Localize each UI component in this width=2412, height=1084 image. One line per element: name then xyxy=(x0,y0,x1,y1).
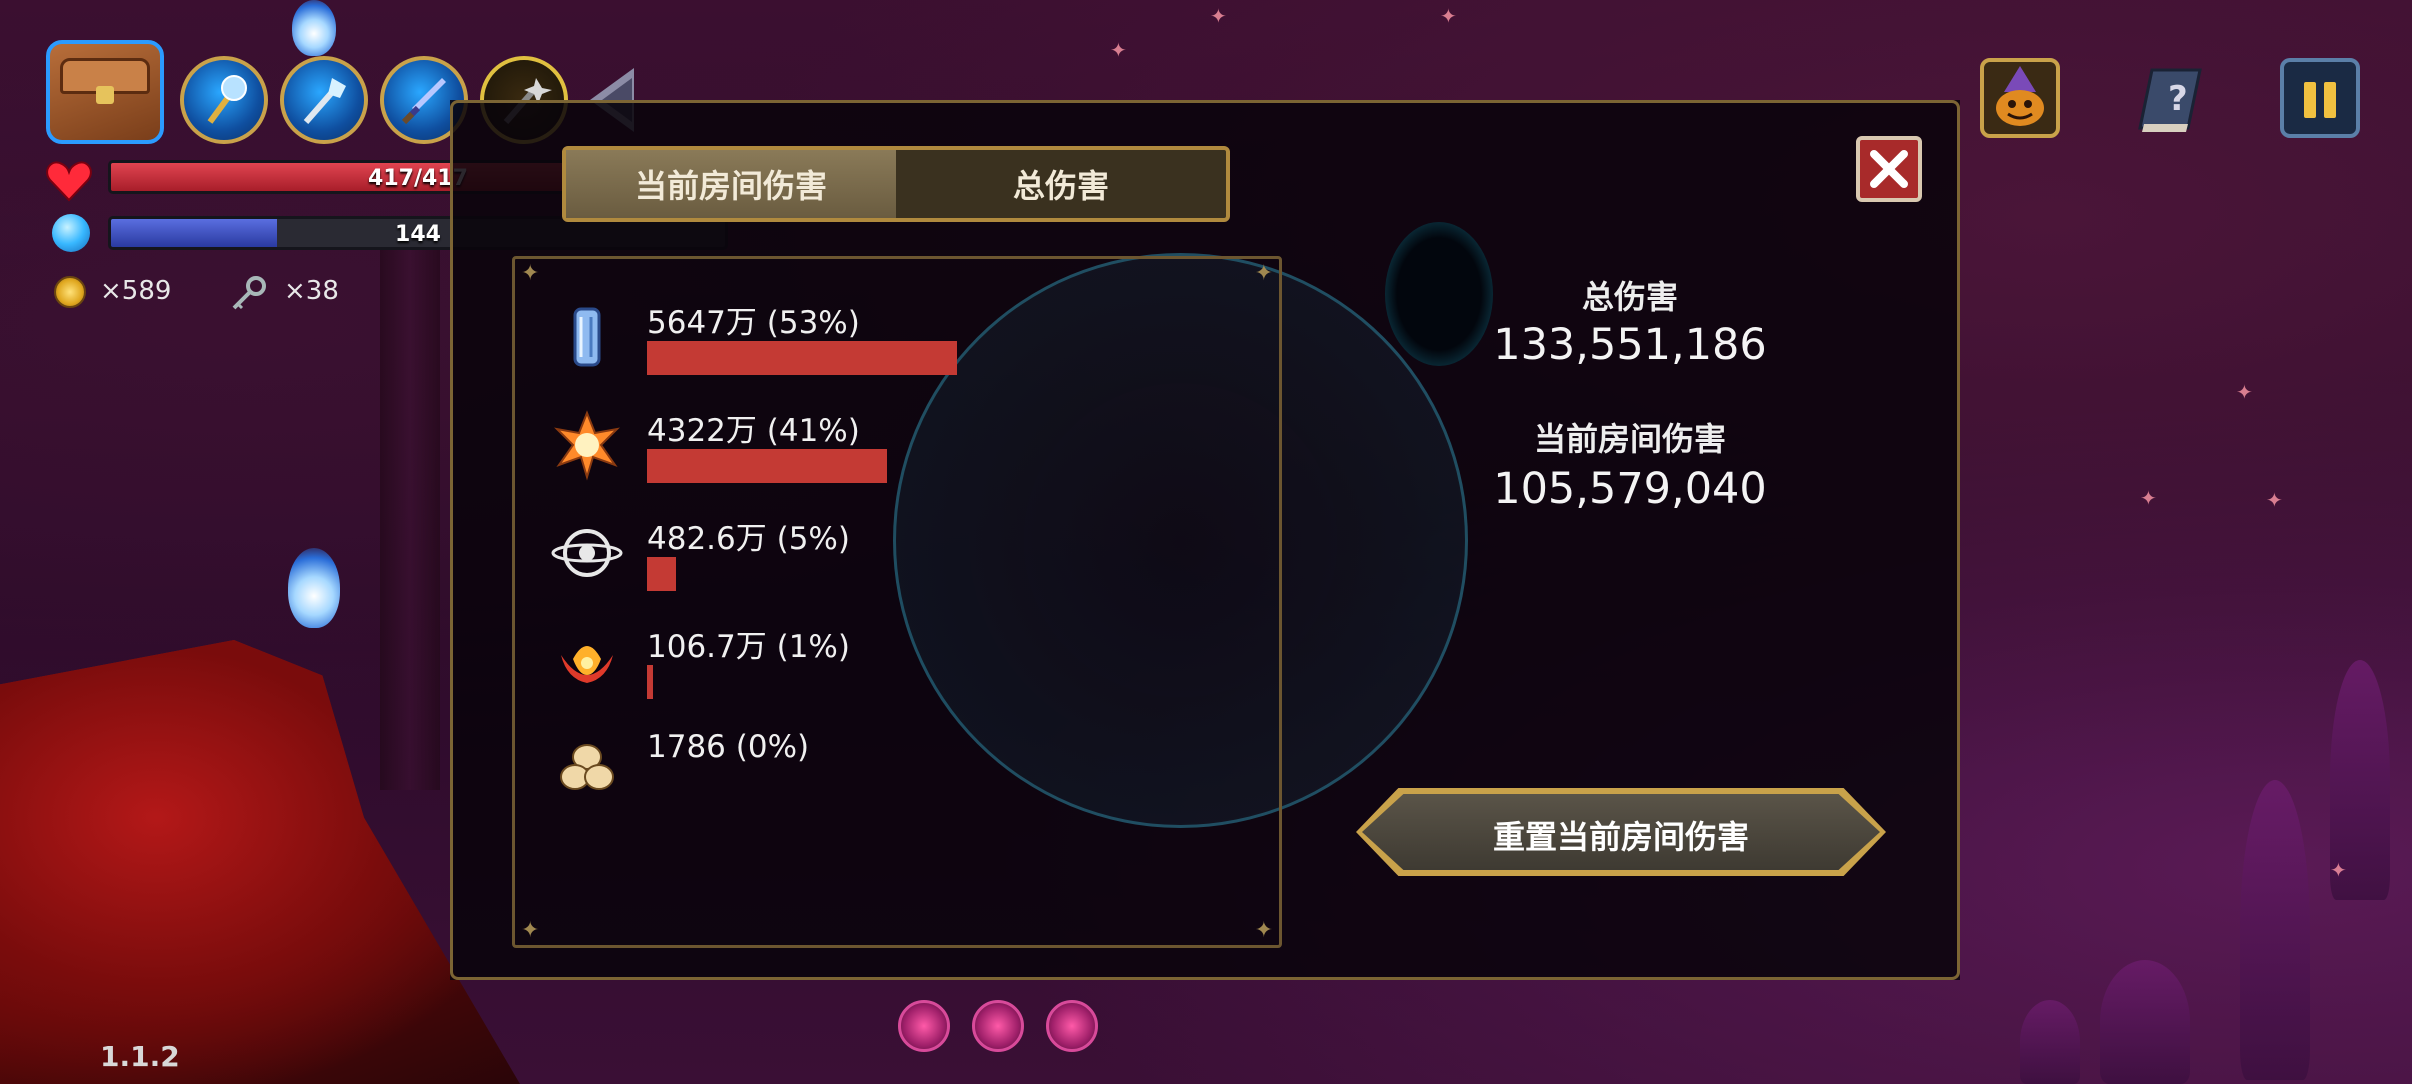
rune-icon[interactable] xyxy=(898,1000,950,1052)
room-damage-title: 当前房间伤害 xyxy=(1533,420,1726,458)
gold-coin-icon xyxy=(54,276,86,308)
staff-orb-icon[interactable] xyxy=(180,56,268,144)
sparkle: ✦ xyxy=(2140,486,2157,510)
damage-row: 106.7万 (1%) xyxy=(515,613,1275,713)
bone-cluster-icon xyxy=(560,744,614,790)
help-book-icon[interactable]: ? xyxy=(2130,58,2210,138)
tentacle xyxy=(2100,960,2190,1084)
damage-row: 4322万 (41%) xyxy=(515,397,1275,497)
svg-text:?: ? xyxy=(2168,79,2188,119)
damage-row: 5647万 (53%) xyxy=(515,289,1275,389)
pumpkin-wizard-button[interactable] xyxy=(1980,58,2060,138)
tentacle xyxy=(2240,780,2310,1080)
reset-room-damage-button[interactable]: 重置当前房间伤害 xyxy=(1356,788,1886,876)
sparkle: ✦ xyxy=(1110,38,1127,62)
rune-icon[interactable] xyxy=(972,1000,1024,1052)
blue-flame-icon xyxy=(288,548,340,628)
total-damage-title: 总伤害 xyxy=(1581,278,1678,316)
key-icon xyxy=(232,276,266,310)
corner-ornament: ✦ xyxy=(521,918,540,943)
close-icon xyxy=(1870,150,1908,188)
damage-bar xyxy=(647,665,653,699)
crystal-pillar-icon xyxy=(573,307,601,367)
inventory-bag-button[interactable] xyxy=(46,40,164,144)
damage-label: 1786 (0%) xyxy=(647,729,810,765)
sparkle: ✦ xyxy=(1440,4,1457,28)
ice-staff-icon[interactable] xyxy=(280,56,368,144)
corner-ornament: ✦ xyxy=(521,261,540,286)
fire-burst-icon xyxy=(554,410,620,481)
rune-icon[interactable] xyxy=(1046,1000,1098,1052)
damage-bar xyxy=(647,341,957,375)
pause-bar-left xyxy=(2304,82,2316,118)
tab-total-damage[interactable]: 总伤害 xyxy=(896,150,1226,218)
heart-icon xyxy=(46,161,92,202)
blue-flame-icon xyxy=(292,0,336,56)
tab-current-room-damage[interactable]: 当前房间伤害 xyxy=(566,150,896,218)
corner-ornament: ✦ xyxy=(1254,261,1273,286)
gold-count: ×589 xyxy=(100,276,172,306)
damage-list: ✦ ✦ ✦ ✦ 5647万 (53%) 4322万 (41%) 482.6万 (… xyxy=(512,256,1282,948)
stone-wall xyxy=(380,230,440,790)
reset-button-label: 重置当前房间伤害 xyxy=(1492,818,1749,856)
total-damage-value: 133,551,186 xyxy=(1493,320,1767,370)
corner-ornament: ✦ xyxy=(1254,918,1273,943)
flame-crown-icon xyxy=(561,646,613,683)
version-label: 1.1.2 xyxy=(100,1040,180,1073)
damage-label: 106.7万 (1%) xyxy=(647,629,850,665)
damage-bar xyxy=(647,557,677,591)
damage-label: 482.6万 (5%) xyxy=(647,521,850,557)
tentacle xyxy=(2020,1000,2080,1084)
pause-button[interactable] xyxy=(2280,58,2360,138)
ring-eye-icon xyxy=(551,529,623,577)
bag-buckle xyxy=(96,86,114,104)
room-damage-value: 105,579,040 xyxy=(1493,464,1767,514)
close-button[interactable] xyxy=(1856,136,1922,202)
sparkle: ✦ xyxy=(2330,858,2347,882)
damage-label: 5647万 (53%) xyxy=(647,305,860,341)
sparkle: ✦ xyxy=(2266,488,2283,512)
lava-floor xyxy=(0,640,520,1084)
damage-row: 482.6万 (5%) xyxy=(515,505,1275,605)
damage-label: 4322万 (41%) xyxy=(647,413,860,449)
damage-bar xyxy=(647,449,887,483)
damage-tabs: 当前房间伤害 总伤害 xyxy=(562,146,1230,222)
pause-bar-right xyxy=(2324,82,2336,118)
mana-orb-icon xyxy=(52,214,90,252)
key-count: ×38 xyxy=(284,276,339,306)
damage-row: 1786 (0%) xyxy=(515,721,1275,821)
sparkle: ✦ xyxy=(2236,380,2253,404)
sparkle: ✦ xyxy=(1210,4,1227,28)
